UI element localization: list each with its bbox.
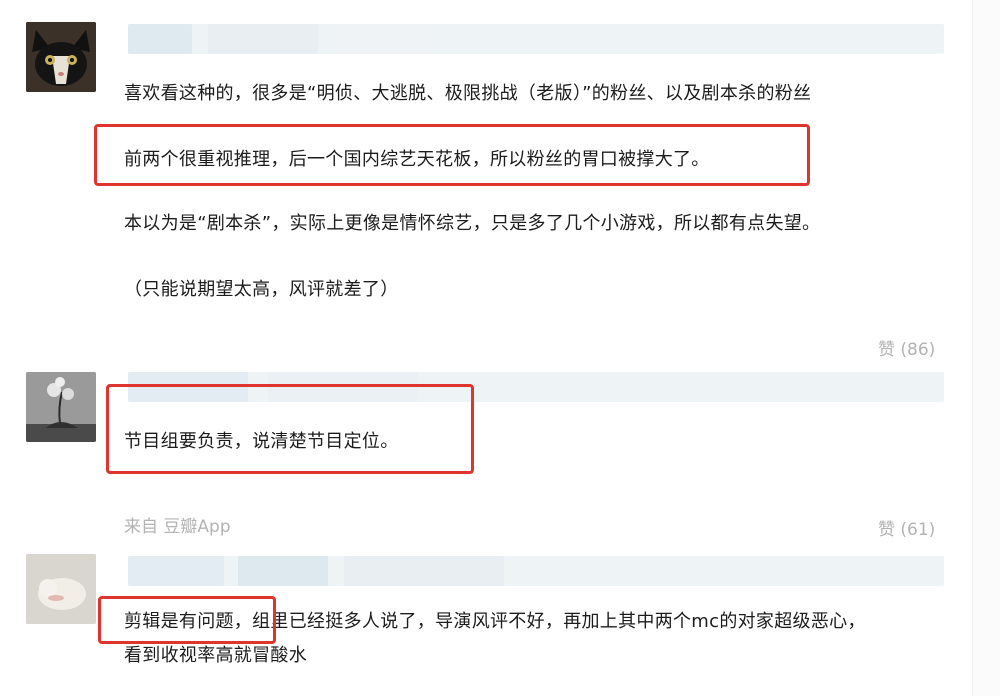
avatar[interactable] [26, 554, 96, 624]
username-blurred[interactable] [128, 24, 944, 54]
comment-text: 看到收视率高就冒酸水 [124, 645, 307, 666]
comment-text: 喜欢看这种的，很多是“明侦、大逃脱、极限挑战（老版）”的粉丝、以及剧本杀的粉丝 [124, 83, 812, 104]
source-label: 来自 豆瓣App [124, 517, 231, 537]
avatar[interactable] [26, 22, 96, 92]
highlight-box [94, 124, 810, 186]
orchid-avatar-icon [26, 372, 96, 442]
scrollbar-track[interactable] [972, 0, 1000, 696]
comment-text: （只能说期望太高，风评就差了） [124, 279, 399, 300]
avatar[interactable] [26, 372, 96, 442]
comment-text: 本以为是“剧本杀”，实际上更像是情怀综艺，只是多了几个小游戏，所以都有点失望。 [124, 213, 821, 234]
cat-photo-avatar-icon [26, 554, 96, 624]
comment-item: 喜欢看这种的，很多是“明侦、大逃脱、极限挑战（老版）”的粉丝、以及剧本杀的粉丝 … [0, 0, 972, 370]
highlight-box [98, 596, 276, 644]
username-blurred[interactable] [128, 556, 944, 586]
comment-item: 节目组要负责，说清楚节目定位。 来自 豆瓣App 赞 (61) [0, 370, 972, 548]
cat-avatar-icon [26, 22, 96, 92]
like-count[interactable]: 赞 (86) [878, 335, 935, 360]
highlight-box [106, 384, 474, 474]
like-count[interactable]: 赞 (61) [878, 515, 935, 540]
comment-item: 剪辑是有问题，组里已经挺多人说了，导演风评不好，再加上其中两个mc的对家超级恶心… [0, 548, 972, 696]
